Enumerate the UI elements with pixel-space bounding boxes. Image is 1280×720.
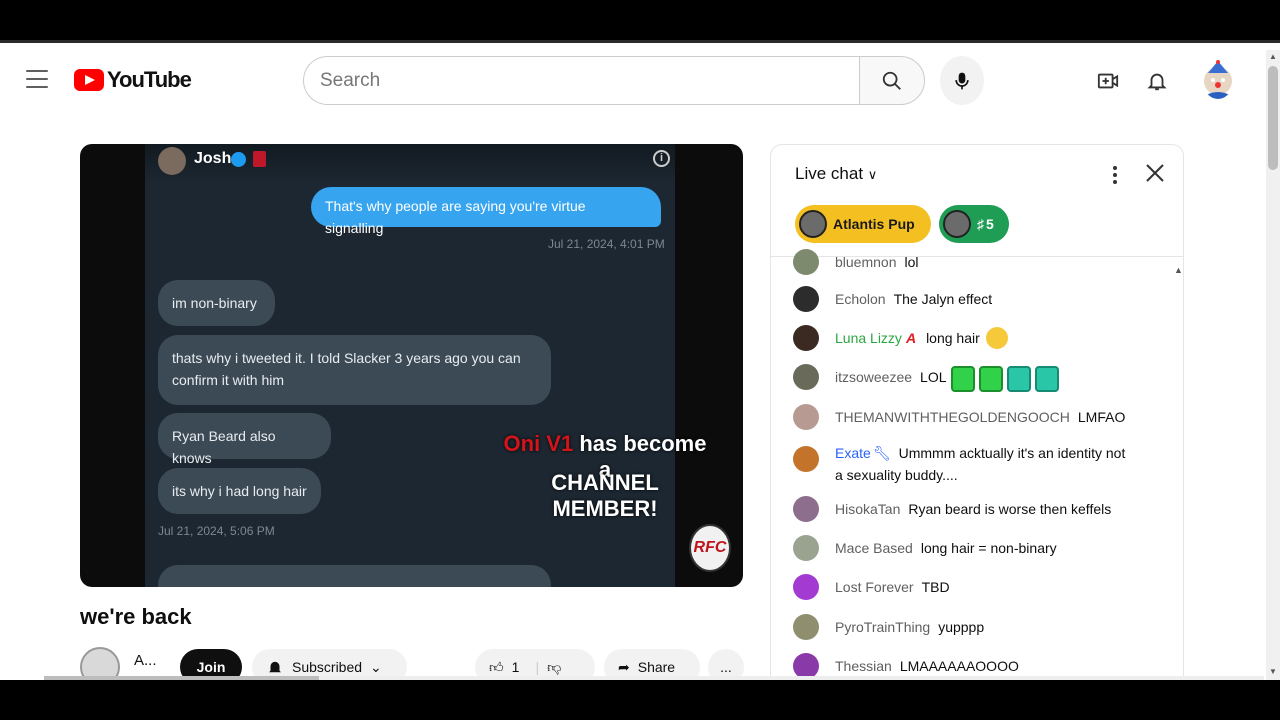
- live-chat-header: Live chat ∨ Atlantis Pup ♯ 5: [771, 145, 1183, 257]
- chat-avatar: [793, 364, 819, 390]
- chat-message[interactable]: Exate 🔧︎ Ummmm acktually it's an identity …: [793, 442, 1163, 486]
- chat-message[interactable]: Luna Lizzy A long hair: [793, 325, 1163, 351]
- poster-name: Josh: [194, 150, 232, 167]
- member-announcement-line2: CHANNEL MEMBER!: [551, 470, 659, 521]
- microphone-icon: [955, 72, 969, 89]
- poster-avatar: [158, 147, 186, 175]
- logo-text: YouTube: [107, 67, 192, 92]
- window-top-border: [0, 40, 1280, 43]
- moderator-badge-icon: A: [905, 330, 917, 346]
- chat-avatar: [793, 404, 819, 430]
- more-options-icon[interactable]: [1105, 163, 1125, 187]
- info-icon[interactable]: i: [653, 150, 670, 167]
- chat-message[interactable]: PyroTrainThing yupppp: [793, 614, 1163, 640]
- chat-avatar: [793, 614, 819, 640]
- scroll-down-arrow-icon[interactable]: ▼: [1269, 667, 1277, 676]
- chat-scroll-up-icon[interactable]: ▲: [1174, 265, 1183, 275]
- chat-message[interactable]: Mace Based long hair = non-binary: [793, 535, 1163, 561]
- supporter-avatar: [943, 210, 971, 238]
- member-gift-pill[interactable]: ♯ 5: [939, 205, 1009, 243]
- chat-message[interactable]: Lost Forever TBD: [793, 574, 1163, 600]
- youtube-logo[interactable]: YouTube: [74, 67, 192, 93]
- search-icon: [882, 71, 901, 90]
- chat-avatar: [793, 286, 819, 312]
- supporter-avatar: [799, 210, 827, 238]
- chat-message[interactable]: bluemnon lol: [793, 249, 1163, 275]
- like-count: 1: [511, 659, 520, 675]
- letterbox-bottom: [0, 680, 1280, 720]
- received-message-bubble: its why i had long hair: [158, 468, 321, 514]
- custom-emote-icon: [1034, 366, 1059, 392]
- received-message-bubble: im non-binary: [158, 280, 275, 326]
- create-button[interactable]: [1095, 68, 1121, 94]
- top-supporter-pill[interactable]: Atlantis Pup: [795, 205, 931, 243]
- chat-avatar: [793, 325, 819, 351]
- notifications-button[interactable]: [1144, 68, 1170, 94]
- received-message-bubble: thats why i tweeted it. I told Slacker 3…: [158, 335, 551, 405]
- chat-avatar: [793, 535, 819, 561]
- search-field[interactable]: [303, 56, 860, 105]
- thumbs-down-icon[interactable]: 👎︎: [547, 659, 561, 676]
- share-icon: ➦: [618, 658, 630, 675]
- verified-badge-icon: [231, 152, 246, 167]
- search-input[interactable]: [304, 57, 860, 104]
- chat-avatar: [793, 446, 819, 472]
- scrollbar-thumb[interactable]: [1268, 66, 1278, 170]
- chat-avatar: [793, 249, 819, 275]
- laughing-emote-icon: [978, 366, 1003, 392]
- menu-icon[interactable]: [26, 70, 48, 88]
- channel-name[interactable]: A...: [134, 652, 157, 669]
- create-video-icon: [1097, 73, 1119, 89]
- video-title: we're back: [80, 604, 192, 629]
- account-avatar[interactable]: [1202, 59, 1234, 99]
- new-member-name: Oni V1: [503, 431, 574, 456]
- chevron-down-icon: ∨: [867, 167, 878, 182]
- chat-message[interactable]: Echolon The Jalyn effect: [793, 286, 1163, 312]
- chat-avatar: [793, 574, 819, 600]
- received-message-bubble: Ryan Beard also knows: [158, 413, 331, 466]
- letterbox-top: [0, 0, 1280, 40]
- search-button[interactable]: [859, 56, 925, 105]
- thumbs-up-icon: 👍︎: [489, 658, 504, 675]
- received-timestamp: Jul 21, 2024, 5:06 PM: [158, 524, 275, 538]
- bell-icon: [1147, 73, 1167, 91]
- red-badge-icon: [253, 151, 266, 167]
- close-icon[interactable]: [1143, 161, 1167, 185]
- wrench-badge-icon: 🔧︎: [872, 445, 891, 461]
- youtube-play-icon: [74, 69, 104, 91]
- voice-search-button[interactable]: [940, 56, 984, 105]
- chat-message[interactable]: HisokaTan Ryan beard is worse then keffel…: [793, 496, 1163, 522]
- video-player[interactable]: Josh That's why people are saying you're…: [80, 144, 743, 587]
- live-chat-panel: Live chat ∨ Atlantis Pup ♯ 5 ▲ bluemnon lo…: [770, 144, 1184, 680]
- custom-emote-icon: [1006, 366, 1031, 392]
- chat-message[interactable]: itzsoweezee LOL: [793, 364, 1163, 392]
- received-message-bubble-partial: [158, 565, 551, 587]
- youtube-window: YouTube Josh That's why people are sayin…: [0, 40, 1280, 680]
- bell-icon: [269, 661, 281, 673]
- neutral-face-emoji-icon: [985, 327, 1008, 349]
- chat-message[interactable]: THEMANWITHTHEGOLDENGOOCH LMFAO: [793, 404, 1163, 430]
- laughing-emote-icon: [950, 366, 975, 392]
- divider: |: [535, 659, 540, 675]
- gift-icon: ♯: [977, 216, 984, 232]
- channel-watermark-logo: RFC: [689, 524, 731, 572]
- page-scrollbar[interactable]: ▲ ▼: [1266, 50, 1280, 680]
- chevron-down-icon: ⌄: [370, 658, 382, 675]
- live-chat-mode-selector[interactable]: Live chat ∨: [795, 164, 877, 184]
- sent-timestamp: Jul 21, 2024, 4:01 PM: [548, 237, 665, 251]
- scroll-up-arrow-icon[interactable]: ▲: [1269, 52, 1277, 61]
- sent-message-bubble: That's why people are saying you're virt…: [311, 187, 661, 236]
- chat-avatar: [793, 496, 819, 522]
